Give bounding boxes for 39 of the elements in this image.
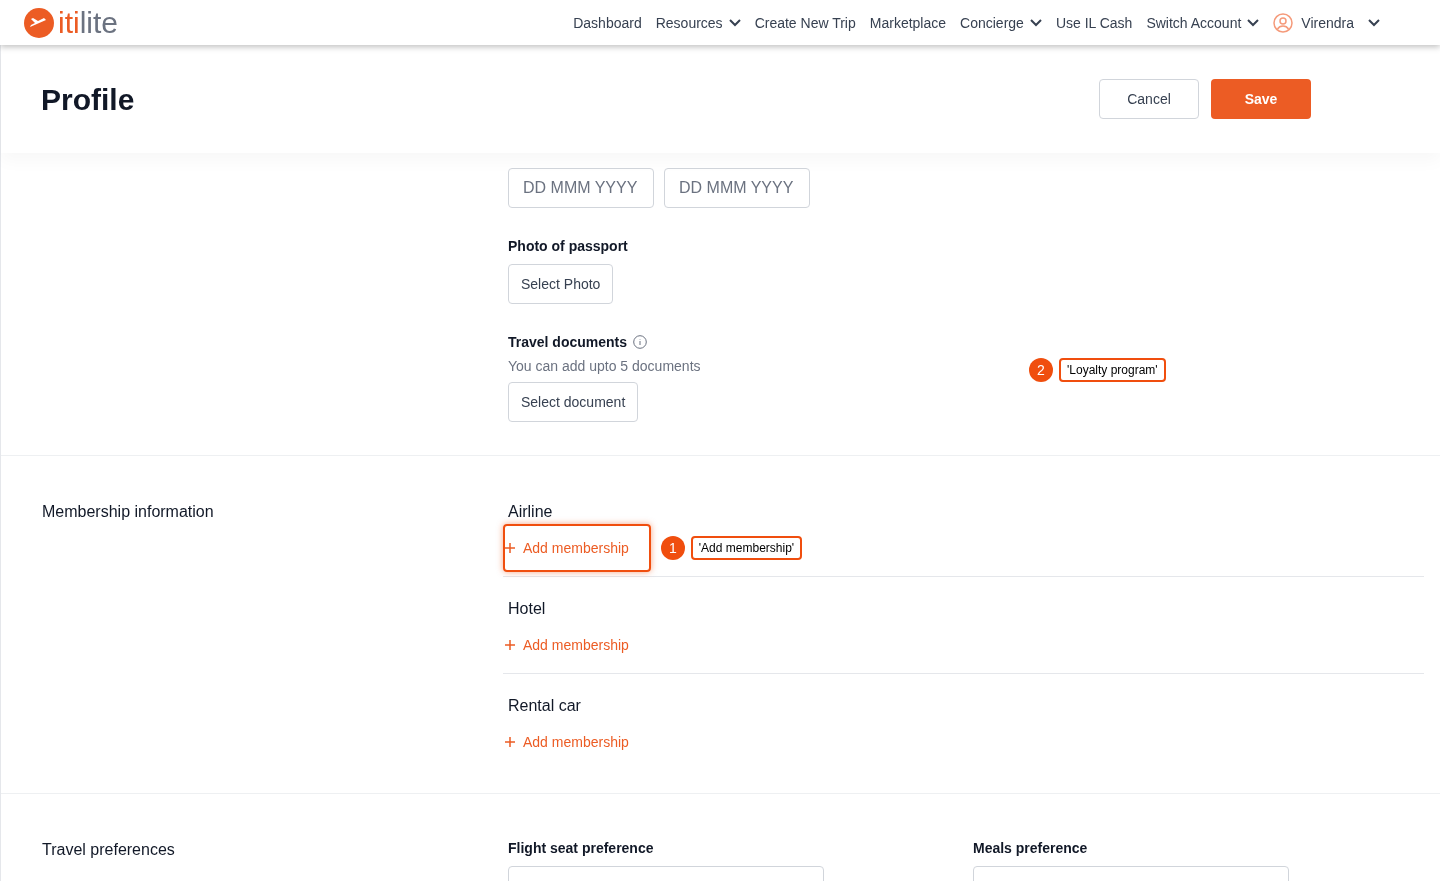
logo-plane-icon: [24, 7, 54, 38]
plus-icon: [505, 640, 515, 650]
user-avatar-icon: [1273, 12, 1294, 33]
annotation-label: 'Add membership': [690, 536, 803, 560]
hint-text: You can add upto 5 documents: [508, 357, 702, 376]
info-icon[interactable]: [633, 335, 648, 349]
chevron-down-icon: [1368, 18, 1380, 27]
add-membership-link[interactable]: Add membership: [503, 621, 651, 669]
group-title: Rental car: [507, 696, 582, 716]
nav-link[interactable]: Resources: [655, 12, 741, 33]
section-title: Travel preferences: [42, 840, 176, 860]
logo-text[interactable]: itilite: [58, 7, 119, 38]
group-title: Hotel: [507, 599, 547, 619]
annotation-number: 2: [1029, 358, 1053, 382]
nav-link[interactable]: Switch Account: [1146, 12, 1260, 33]
select-document-button[interactable]: Select document: [508, 382, 639, 422]
field-label: Flight seat preference: [508, 839, 655, 858]
date-field[interactable]: DD MMM YYYY: [664, 168, 810, 208]
nav-link[interactable]: Marketplace: [869, 12, 947, 33]
plus-icon: [505, 737, 515, 747]
field-label: Photo of passport: [508, 237, 629, 256]
nav-link[interactable]: Use IL Cash: [1055, 12, 1133, 33]
select-photo-button[interactable]: Select Photo: [508, 264, 614, 304]
add-membership-link[interactable]: Add membership: [503, 718, 651, 766]
date-field[interactable]: DD MMM YYYY: [508, 168, 654, 208]
section-title: Membership information: [42, 502, 215, 522]
field-label: Travel documents: [508, 333, 628, 352]
group-title: Airline: [507, 502, 554, 522]
annotation-number: 1: [660, 536, 685, 560]
page-title: Profile: [41, 81, 135, 118]
nav-link[interactable]: Dashboard: [573, 12, 642, 33]
plus-icon: [505, 543, 515, 553]
field-label: Meals preference: [973, 839, 1089, 858]
cancel-button[interactable]: Cancel: [1099, 79, 1199, 119]
user-menu[interactable]: Virendra: [1273, 12, 1380, 33]
add-membership-link[interactable]: Add membership: [503, 524, 651, 572]
annotation-label: 'Loyalty program': [1059, 358, 1166, 382]
nav-link[interactable]: Concierge: [960, 12, 1042, 33]
nav-link[interactable]: Create New Trip: [754, 12, 856, 33]
